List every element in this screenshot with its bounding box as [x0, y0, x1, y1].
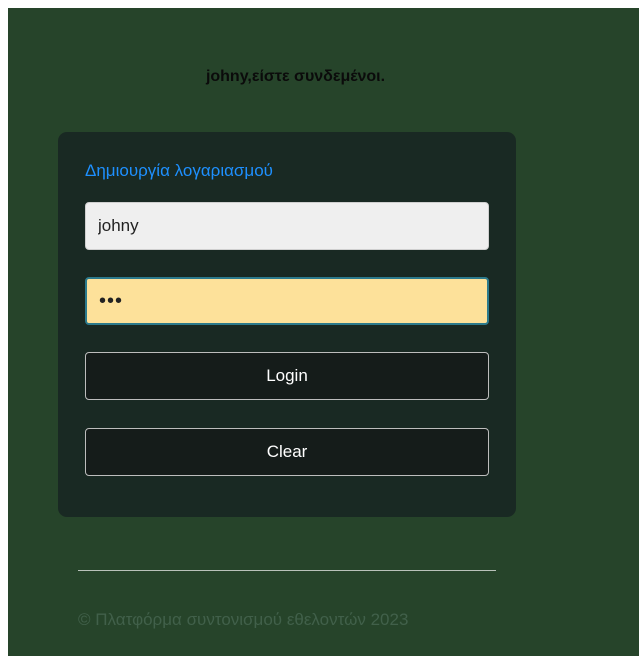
- username-input[interactable]: [85, 202, 489, 250]
- clear-button[interactable]: Clear: [85, 428, 489, 476]
- app-container: johny,είστε συνδεμένοι. Δημιουργία λογαρ…: [8, 8, 639, 656]
- login-button[interactable]: Login: [85, 352, 489, 400]
- login-status-message: johny,είστε συνδεμένοι.: [205, 68, 386, 85]
- footer-divider: [78, 570, 496, 571]
- password-input[interactable]: [85, 277, 489, 325]
- footer-copyright: © Πλατφόρμα συντονισμού εθελοντών 2023: [78, 610, 409, 629]
- create-account-link[interactable]: Δημιουργία λογαριασμού: [85, 161, 273, 181]
- login-card: Δημιουργία λογαριασμού Login Clear: [58, 132, 516, 517]
